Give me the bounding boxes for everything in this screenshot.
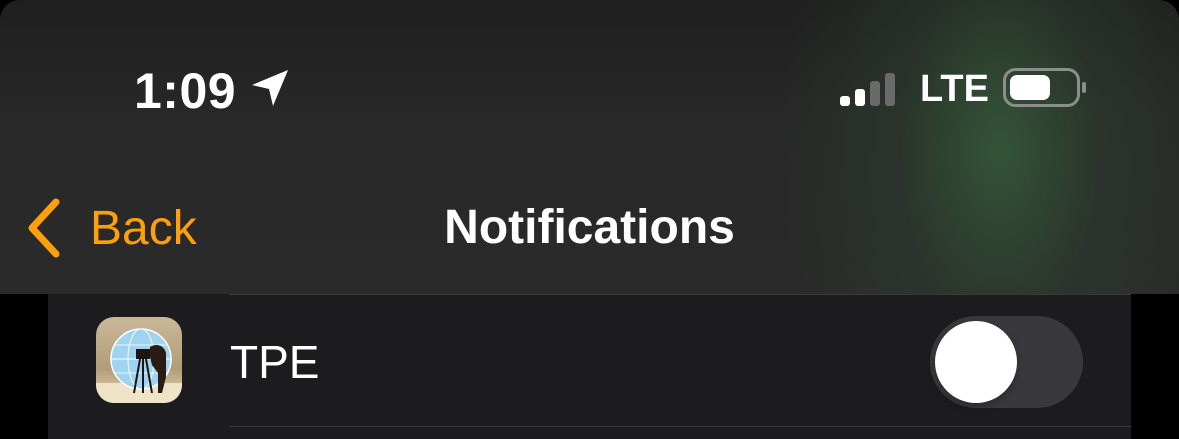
list-item[interactable]: TPE [48,295,1131,426]
page-title: Notifications [444,201,735,254]
location-arrow-icon [252,70,288,106]
app-name: TPE [230,336,320,388]
tpe-app-icon [96,317,182,403]
cellular-signal-icon [840,73,895,106]
notifications-toggle[interactable] [930,316,1083,408]
network-type: LTE [920,68,989,110]
toggle-knob [935,321,1017,403]
app-notification-list: TPE [48,294,1131,439]
navigation-header: 1:09 LTE Back Notifications [0,0,1179,294]
battery-icon [1003,68,1086,107]
status-time: 1:09 [134,63,237,119]
row-separator [229,426,1131,427]
